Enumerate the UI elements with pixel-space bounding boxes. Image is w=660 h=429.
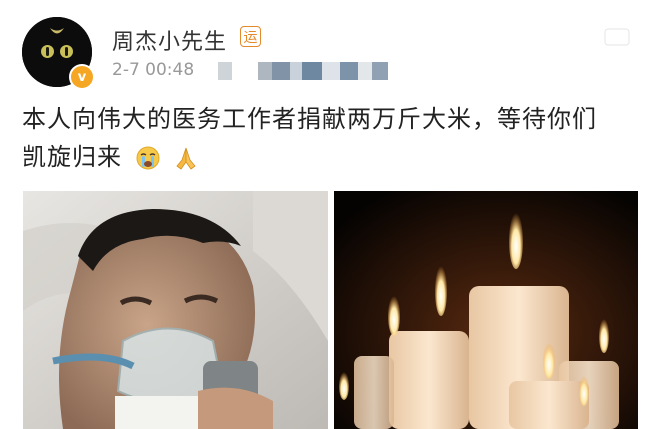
username[interactable]: 周杰小先生 [112, 24, 227, 56]
avatar[interactable]: v [22, 17, 95, 90]
cat-eye-left [41, 45, 54, 58]
post-timestamp: 2-7 00:48 [112, 60, 195, 80]
more-menu-icon[interactable] [604, 28, 630, 46]
verified-badge-icon: v [69, 64, 95, 90]
candles-illustration [334, 191, 638, 429]
patient-illustration [23, 191, 328, 429]
moon-mark-icon [50, 28, 64, 34]
user-tag-icon: 运 [240, 26, 261, 47]
patient-photo[interactable] [23, 191, 328, 429]
post-text: 本人向伟大的医务工作者捐献两万斤大米，等待你们 凯旋归来 [22, 100, 642, 176]
crying-face-icon [136, 146, 160, 170]
post-line-2-text: 凯旋归来 [22, 143, 122, 171]
post-line-2: 凯旋归来 [22, 138, 642, 176]
post-line-1: 本人向伟大的医务工作者捐献两万斤大米，等待你们 [22, 105, 597, 133]
candles-photo[interactable] [334, 191, 638, 429]
praying-hands-icon [176, 147, 196, 170]
cat-eye-right [60, 45, 73, 58]
pixelated-redaction [218, 62, 388, 80]
